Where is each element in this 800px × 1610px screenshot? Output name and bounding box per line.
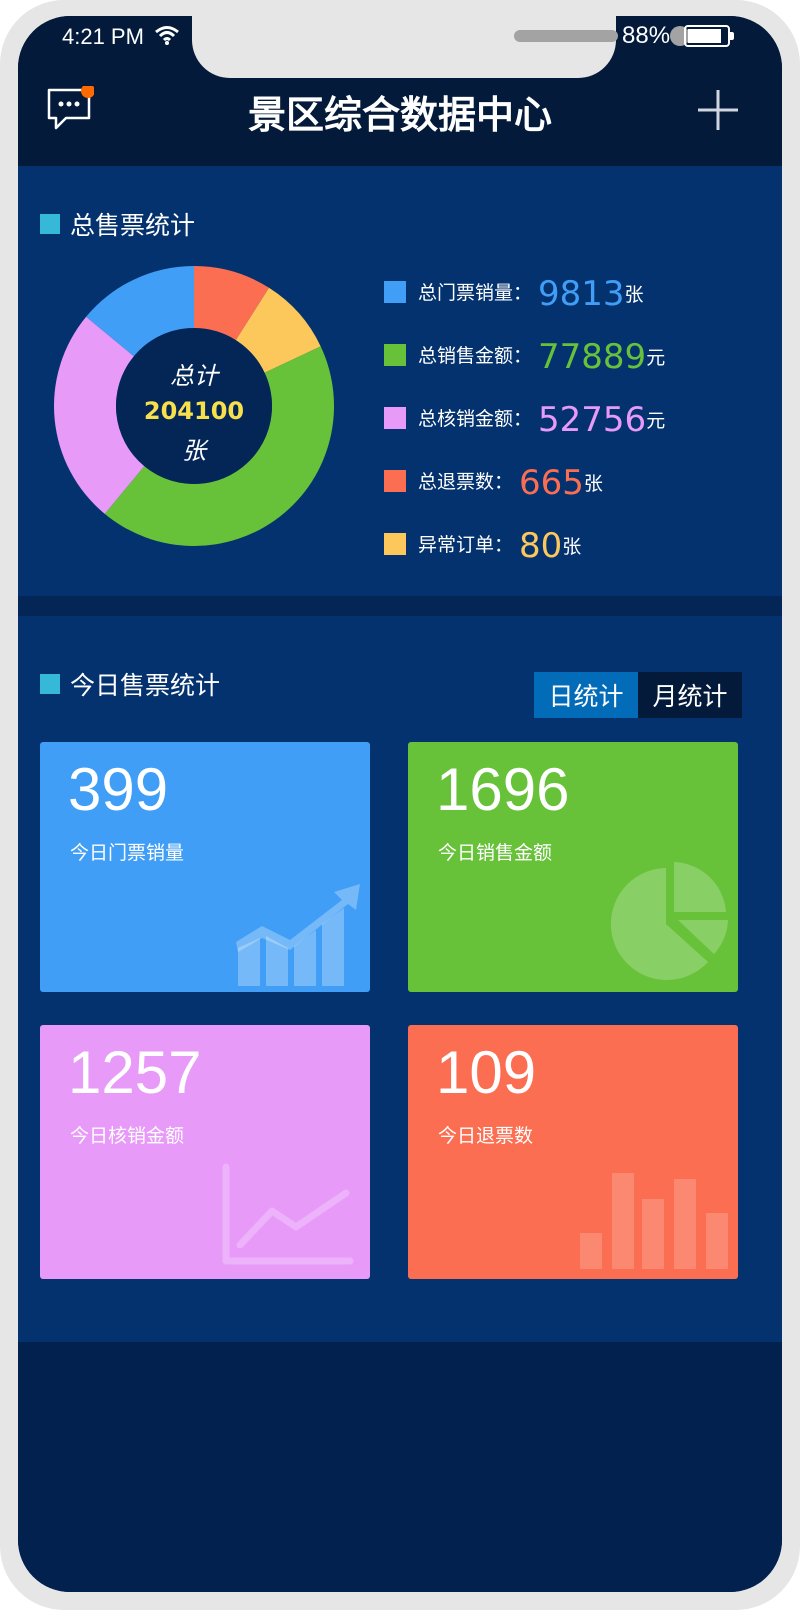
legend-label: 总门票销量：: [418, 282, 533, 304]
notch: [192, 16, 690, 78]
card-refunds[interactable]: 109 今日退票数: [408, 1025, 738, 1279]
section-title: 今日售票统计: [70, 671, 221, 700]
legend-label: 异常订单：: [418, 534, 514, 556]
section-header-today: 今日售票统计: [40, 666, 220, 702]
card-verified-amount[interactable]: 1257 今日核销金额: [40, 1025, 370, 1279]
card-label: 今日销售金额: [438, 842, 553, 864]
donut-center-unit: 张: [182, 437, 206, 465]
donut-center: 总计 204100 张: [54, 356, 334, 466]
card-label: 今日门票销量: [70, 842, 185, 864]
battery-nub: [730, 32, 734, 40]
page-title: 景区综合数据中心: [247, 93, 552, 137]
section-title: 总售票统计: [70, 211, 196, 240]
legend-label: 总核销金额：: [418, 408, 533, 430]
legend-unit: 张: [624, 284, 644, 306]
card-value: 399: [68, 756, 169, 823]
legend-swatch: [384, 344, 406, 366]
trend-up-bars-icon: [236, 884, 360, 986]
screen: 4:21 PM 88% 景区综合数据中心 总售票统计 总计 204100 张 总…: [18, 16, 782, 1592]
pie-chart-icon: [610, 862, 728, 980]
today-sales-panel: 今日售票统计 日统计 月统计 399 今日门票销量 1696 今日销售金额 12…: [18, 616, 782, 1342]
phone-frame: 4:21 PM 88% 景区综合数据中心 总售票统计 总计 204100 张 总…: [0, 0, 800, 1610]
battery-icon: [684, 25, 734, 47]
battery-percent: 88%: [622, 22, 671, 49]
legend-item: 总退票数： 665 张: [384, 443, 774, 506]
card-ticket-sales[interactable]: 399 今日门票销量: [40, 742, 370, 992]
legend-value: 52756: [538, 400, 647, 440]
legend-value: 80: [519, 526, 563, 566]
legend-swatch: [384, 470, 406, 492]
status-time: 4:21 PM: [62, 24, 144, 49]
section-marker: [40, 214, 60, 234]
donut-center-value: 204100: [143, 397, 245, 425]
top-bar: 4:21 PM 88% 景区综合数据中心: [18, 16, 782, 166]
legend-value: 665: [519, 463, 584, 503]
tab-monthly[interactable]: 月统计: [638, 672, 742, 718]
section-header-total: 总售票统计: [40, 206, 195, 242]
card-value: 109: [436, 1039, 537, 1106]
bar-chart-icon: [580, 1173, 728, 1269]
card-label: 今日核销金额: [70, 1125, 185, 1147]
legend-unit: 张: [562, 536, 582, 558]
legend-label: 总退票数：: [418, 471, 514, 493]
legend: 总门票销量： 9813 张总销售金额： 77889 元总核销金额： 52756 元总退票数：…: [384, 254, 774, 569]
total-sales-panel: 总售票统计 总计 204100 张 总门票销量： 9813 张总销售金额： 77889…: [18, 166, 782, 596]
legend-swatch: [384, 281, 406, 303]
section-marker: [40, 674, 60, 694]
legend-item: 总门票销量： 9813 张: [384, 254, 774, 317]
legend-unit: 张: [583, 473, 603, 495]
legend-value: 77889: [538, 337, 647, 377]
bottom-area: [18, 1342, 782, 1592]
card-value: 1696: [436, 756, 570, 823]
battery-fill: [688, 29, 722, 43]
legend-value: 9813: [538, 274, 625, 314]
donut-center-label: 总计: [170, 362, 218, 390]
period-toggle: 日统计 月统计: [534, 672, 742, 718]
card-label: 今日退票数: [438, 1125, 534, 1147]
card-value: 1257: [68, 1039, 202, 1106]
plus-icon[interactable]: [696, 88, 740, 132]
legend-swatch: [384, 407, 406, 429]
tab-daily[interactable]: 日统计: [534, 672, 638, 718]
legend-swatch: [384, 533, 406, 555]
speaker: [514, 30, 618, 42]
legend-label: 总销售金额：: [418, 345, 533, 367]
legend-unit: 元: [646, 410, 666, 432]
legend-item: 总核销金额： 52756 元: [384, 380, 774, 443]
legend-item: 总销售金额： 77889 元: [384, 317, 774, 380]
wifi-icon: [155, 26, 179, 45]
legend-unit: 元: [646, 347, 666, 369]
card-sales-amount[interactable]: 1696 今日销售金额: [408, 742, 738, 992]
section-divider: [18, 596, 782, 616]
line-chart-icon: [222, 1163, 354, 1265]
legend-item: 异常订单： 80 张: [384, 506, 774, 569]
